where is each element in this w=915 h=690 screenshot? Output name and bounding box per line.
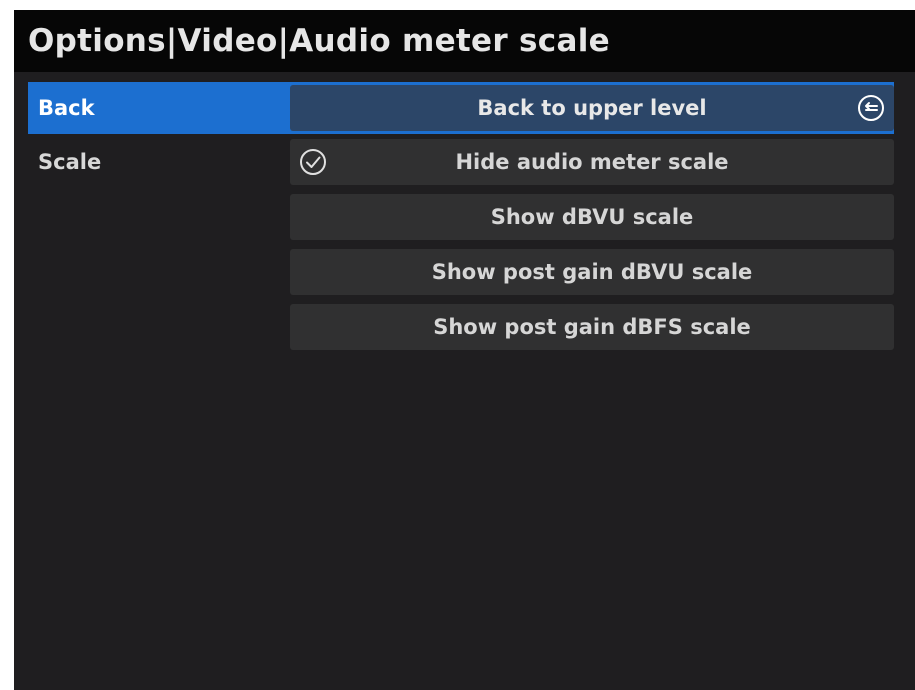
option-label: Show post gain dBVU scale — [431, 260, 753, 284]
menu-row-option: Show post gain dBVU scale — [28, 246, 894, 298]
option-label: Show post gain dBFS scale — [433, 315, 751, 339]
menu-row-scale: Scale Hide audio meter scale — [28, 136, 894, 188]
row-label-scale: Scale — [38, 150, 102, 174]
page-title: Options|Video|Audio meter scale — [28, 23, 610, 59]
option-show-post-gain-dbfs-scale[interactable]: Show post gain dBFS scale — [290, 304, 894, 350]
menu-row-option: Show dBVU scale — [28, 191, 894, 243]
menu-row-option: Show post gain dBFS scale — [28, 301, 894, 353]
option-label: Hide audio meter scale — [455, 150, 729, 174]
option-show-dbvu-scale[interactable]: Show dBVU scale — [290, 194, 894, 240]
row-label-back: Back — [38, 96, 95, 120]
title-bar: Options|Video|Audio meter scale — [14, 10, 915, 72]
back-option-label: Back to upper level — [477, 96, 707, 120]
menu-screen: Options|Video|Audio meter scale Back Bac… — [14, 10, 915, 690]
menu-row-back[interactable]: Back Back to upper level — [28, 82, 894, 134]
return-arrow-icon — [858, 95, 884, 121]
option-label: Show dBVU scale — [490, 205, 694, 229]
back-to-upper-level-button[interactable]: Back to upper level — [290, 85, 894, 131]
option-hide-audio-meter-scale[interactable]: Hide audio meter scale — [290, 139, 894, 185]
option-show-post-gain-dbvu-scale[interactable]: Show post gain dBVU scale — [290, 249, 894, 295]
